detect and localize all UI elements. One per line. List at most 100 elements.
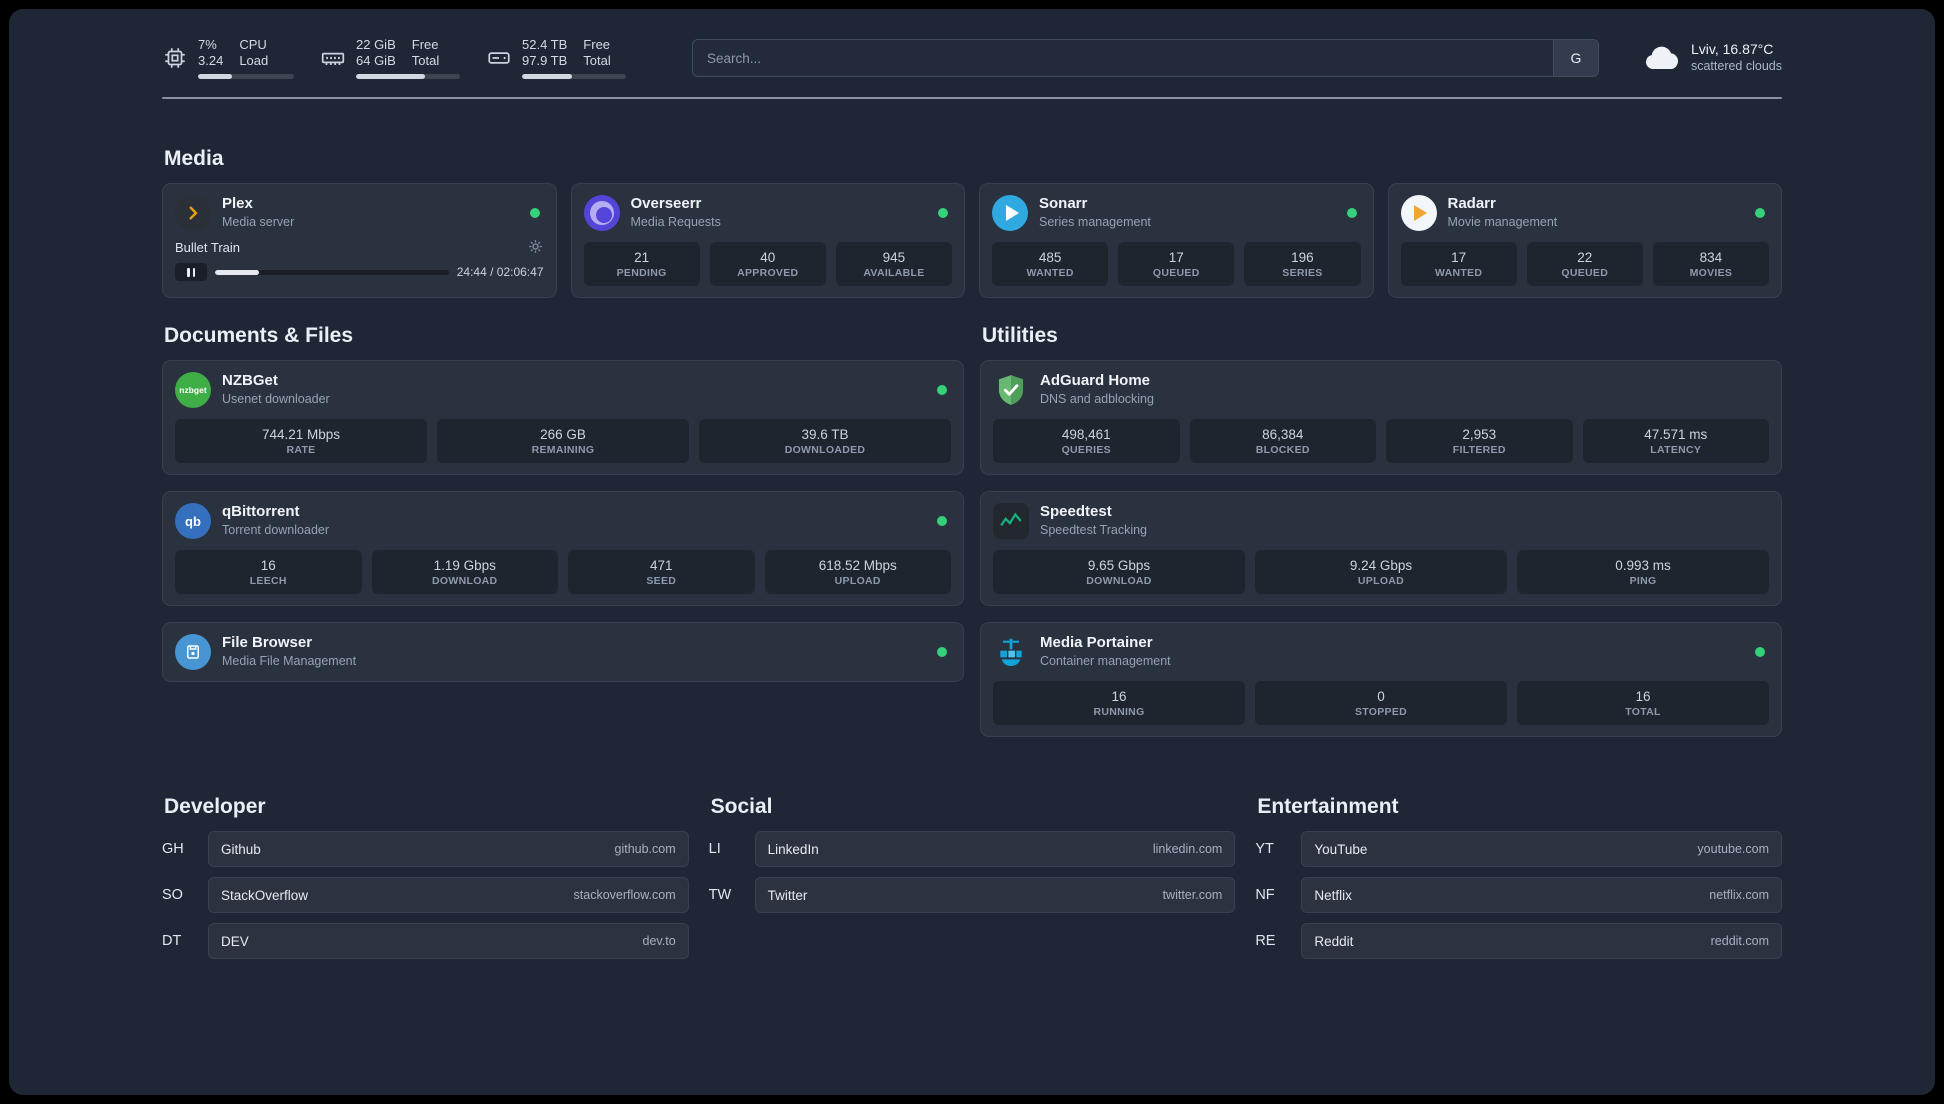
utilities-heading: Utilities bbox=[982, 324, 1058, 347]
memory-total-label: Total bbox=[411, 53, 440, 68]
bookmark-group-social: Social LI LinkedIn linkedin.com TW Twitt… bbox=[709, 795, 1236, 959]
service-card-nzbget[interactable]: nzbget NZBGet Usenet downloader 744.21 M… bbox=[162, 360, 964, 475]
stat-wanted: 485 WANTED bbox=[992, 242, 1109, 286]
service-subtitle: Media Requests bbox=[630, 215, 721, 229]
disk-progress-track bbox=[522, 74, 626, 79]
bookmark-abbr: YT bbox=[1255, 841, 1274, 857]
overseerr-icon bbox=[583, 195, 620, 231]
cloud-icon bbox=[1641, 43, 1681, 73]
stat-seed: 471 SEED bbox=[568, 550, 755, 594]
service-title[interactable]: Speedtest bbox=[1040, 503, 1147, 521]
stat-stopped: 0 STOPPED bbox=[1255, 681, 1507, 725]
service-title[interactable]: File Browser bbox=[222, 634, 356, 652]
stat-available: 945 AVAILABLE bbox=[835, 242, 953, 286]
service-title[interactable]: Radarr bbox=[1448, 195, 1558, 213]
stat-pending: 21 PENDING bbox=[583, 242, 700, 286]
stat-queries: 498,461 QUERIES bbox=[993, 419, 1180, 463]
service-title[interactable]: Sonarr bbox=[1039, 195, 1151, 213]
disk-total-label: Total bbox=[583, 53, 611, 68]
service-card-radarr[interactable]: Radarr Movie management 17 WANTED 22 QUE… bbox=[1387, 183, 1782, 298]
bookmark-link[interactable]: Netflix netflix.com bbox=[1301, 877, 1782, 913]
bookmark-github: GH Github github.com bbox=[162, 831, 689, 867]
bookmark-stackoverflow: SO StackOverflow stackoverflow.com bbox=[162, 877, 689, 913]
entertainment-heading: Entertainment bbox=[1257, 795, 1399, 818]
memory-widget: 22 GiB 64 GiB Free Total bbox=[320, 37, 460, 79]
cpu-progress-fill bbox=[198, 74, 232, 79]
service-title[interactable]: Plex bbox=[222, 195, 294, 213]
bookmark-link[interactable]: LinkedIn linkedin.com bbox=[754, 831, 1236, 867]
search-input[interactable] bbox=[693, 40, 1553, 76]
bookmark-abbr: GH bbox=[162, 841, 184, 857]
filebrowser-icon bbox=[175, 634, 211, 670]
service-card-qbittorrent[interactable]: qb qBittorrent Torrent downloader 16 LEE… bbox=[162, 491, 964, 606]
service-subtitle: Movie management bbox=[1447, 215, 1558, 229]
service-card-adguard[interactable]: AdGuard Home DNS and adblocking 498,461 … bbox=[980, 360, 1782, 475]
stat-download: 9.65 Gbps DOWNLOAD bbox=[993, 550, 1245, 594]
stat-filtered: 2,953 FILTERED bbox=[1386, 419, 1573, 463]
plex-icon bbox=[175, 195, 211, 231]
bookmark-linkedin: LI LinkedIn linkedin.com bbox=[709, 831, 1236, 867]
status-badge bbox=[937, 516, 947, 526]
service-title[interactable]: Overseerr bbox=[631, 195, 721, 213]
service-card-plex[interactable]: Plex Media server Bullet Train 24:44 / 0… bbox=[162, 183, 557, 298]
media-heading: Media bbox=[164, 147, 224, 170]
section-documents: Documents & Files nzbget NZBGet Usenet d… bbox=[162, 324, 964, 737]
disk-icon bbox=[486, 45, 512, 71]
service-subtitle: Torrent downloader bbox=[222, 523, 330, 537]
radarr-icon bbox=[1400, 195, 1437, 231]
service-subtitle: Speedtest Tracking bbox=[1040, 523, 1148, 537]
service-title[interactable]: Media Portainer bbox=[1040, 634, 1171, 652]
gear-icon[interactable] bbox=[528, 239, 544, 255]
service-title[interactable]: NZBGet bbox=[222, 372, 330, 390]
stat-download: 1.19 Gbps DOWNLOAD bbox=[371, 550, 558, 594]
bookmark-link[interactable]: YouTube youtube.com bbox=[1301, 831, 1782, 867]
service-subtitle: DNS and adblocking bbox=[1040, 392, 1154, 406]
service-card-speedtest[interactable]: Speedtest Speedtest Tracking 9.65 Gbps D… bbox=[980, 491, 1782, 606]
search-provider-button[interactable]: G bbox=[1552, 40, 1598, 76]
memory-progress-track bbox=[356, 74, 460, 79]
bookmark-abbr: LI bbox=[708, 841, 721, 857]
stat-rate: 744.21 Mbps RATE bbox=[175, 419, 427, 463]
section-utilities: Utilities AdGuard Home DNS and adblockin… bbox=[980, 324, 1782, 737]
memory-icon bbox=[320, 45, 346, 71]
service-title[interactable]: qBittorrent bbox=[222, 503, 329, 521]
stat-running: 16 RUNNING bbox=[993, 681, 1245, 725]
status-badge bbox=[938, 208, 948, 218]
cpu-usage-label: CPU bbox=[239, 37, 267, 52]
stat-wanted: 17 WANTED bbox=[1400, 242, 1517, 286]
service-subtitle: Media server bbox=[222, 215, 295, 229]
memory-total-value: 64 GiB bbox=[356, 53, 396, 68]
bookmark-link[interactable]: Reddit reddit.com bbox=[1301, 923, 1782, 959]
stat-series: 196 SERIES bbox=[1244, 242, 1361, 286]
service-title[interactable]: AdGuard Home bbox=[1040, 372, 1154, 390]
cpu-usage-value: 7% bbox=[198, 37, 217, 52]
service-subtitle: Media File Management bbox=[222, 654, 357, 668]
bookmark-youtube: YT YouTube youtube.com bbox=[1255, 831, 1782, 867]
stat-upload: 618.52 Mbps UPLOAD bbox=[764, 550, 951, 594]
weather-condition: scattered clouds bbox=[1690, 59, 1782, 73]
service-card-portainer[interactable]: Media Portainer Container management 16 … bbox=[980, 622, 1782, 737]
pause-button[interactable] bbox=[175, 263, 207, 281]
service-subtitle: Usenet downloader bbox=[222, 392, 330, 406]
stat-ping: 0.993 ms PING bbox=[1517, 550, 1769, 594]
service-subtitle: Series management bbox=[1039, 215, 1151, 229]
bookmark-link[interactable]: StackOverflow stackoverflow.com bbox=[208, 877, 689, 913]
now-playing-title: Bullet Train bbox=[175, 239, 241, 255]
service-card-overseerr[interactable]: Overseerr Media Requests 21 PENDING 40 A… bbox=[570, 183, 965, 298]
bookmark-reddit: RE Reddit reddit.com bbox=[1255, 923, 1782, 959]
memory-free-label: Free bbox=[411, 37, 439, 52]
bookmark-link[interactable]: DEV dev.to bbox=[208, 923, 689, 959]
stat-queued: 17 QUEUED bbox=[1118, 242, 1235, 286]
memory-progress-fill bbox=[356, 74, 425, 79]
status-badge bbox=[937, 385, 947, 395]
memory-free-value: 22 GiB bbox=[356, 37, 396, 52]
disk-free-value: 52.4 TB bbox=[522, 37, 568, 52]
bookmark-link[interactable]: Github github.com bbox=[208, 831, 689, 867]
social-heading: Social bbox=[710, 795, 773, 818]
bookmark-link[interactable]: Twitter twitter.com bbox=[754, 877, 1236, 913]
dashboard: 7% 3.24 CPU Load 22 GiB 64 GiB Free Tota… bbox=[9, 9, 1935, 1095]
service-card-filebrowser[interactable]: File Browser Media File Management bbox=[162, 622, 964, 682]
disk-free-label: Free bbox=[583, 37, 611, 52]
stat-total: 16 TOTAL bbox=[1517, 681, 1769, 725]
service-card-sonarr[interactable]: Sonarr Series management 485 WANTED 17 Q… bbox=[979, 183, 1374, 298]
